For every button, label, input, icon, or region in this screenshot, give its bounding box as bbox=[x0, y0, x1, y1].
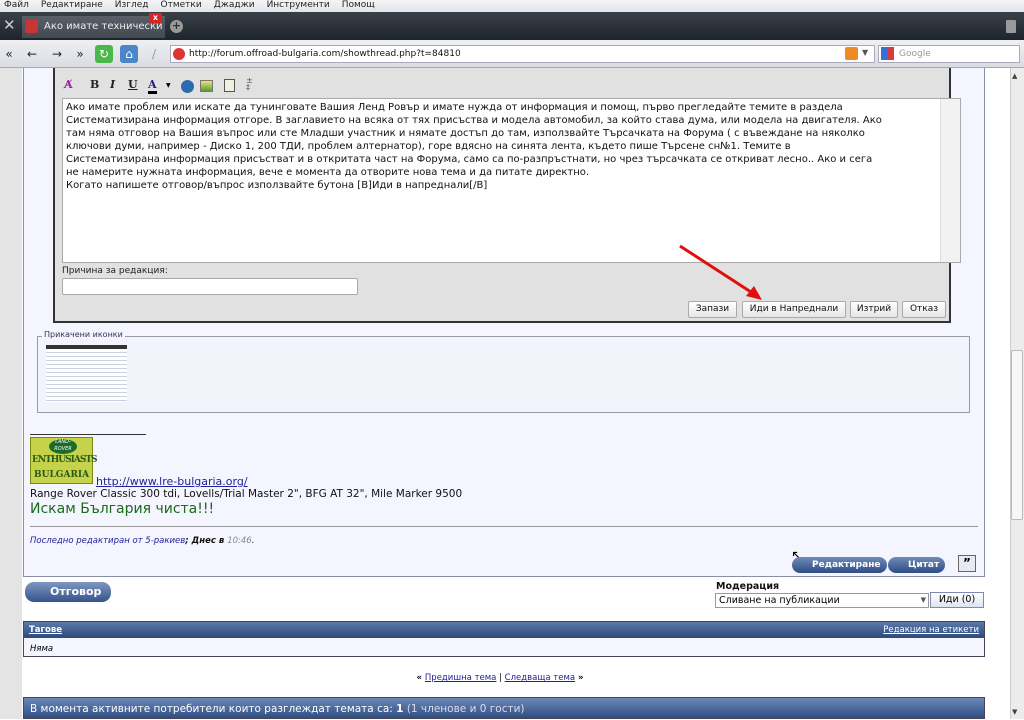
last-edited: Последно редактиран от 5-ракиев; Днес в … bbox=[30, 536, 254, 546]
right-quote: » bbox=[575, 673, 584, 683]
resize-icon[interactable]: ± ‡ bbox=[246, 77, 253, 92]
google-icon bbox=[881, 47, 894, 60]
menu-bar: Файл Редактиране Изглед Отметки Джаджи И… bbox=[0, 0, 1024, 12]
remove-format-icon[interactable]: A̸ bbox=[64, 78, 73, 91]
rss-icon[interactable] bbox=[845, 47, 858, 60]
previous-thread-link[interactable]: Предишна тема bbox=[425, 673, 496, 683]
italic-button[interactable]: I bbox=[110, 78, 115, 91]
signature-divider bbox=[30, 434, 146, 435]
delete-button[interactable]: Изтрий bbox=[850, 301, 898, 318]
reply-button[interactable]: Отговор bbox=[25, 582, 111, 602]
active-users-detail: (1 членове и 0 гости) bbox=[403, 703, 525, 715]
tags-value: Няма bbox=[30, 644, 54, 654]
cancel-button[interactable]: Отказ bbox=[902, 301, 946, 318]
tab-active[interactable]: Ако имате технически ... bbox=[22, 16, 165, 54]
message-textarea[interactable]: Ако имате проблем или искате да тунингов… bbox=[62, 98, 961, 263]
tags-title-link[interactable]: Тагове bbox=[29, 625, 62, 635]
address-bar[interactable]: http://forum.offroad-bulgaria.com/showth… bbox=[170, 45, 875, 63]
rewind-icon[interactable]: « bbox=[0, 45, 18, 63]
fast-forward-icon[interactable]: » bbox=[71, 45, 89, 63]
moderation-go-button[interactable]: Иди (0) bbox=[930, 592, 984, 608]
left-quote: « bbox=[416, 673, 425, 683]
edited-end: . bbox=[251, 536, 255, 546]
active-users-header: В момента активните потребители които ра… bbox=[23, 697, 985, 719]
page-gutter bbox=[0, 68, 22, 719]
post-divider bbox=[30, 526, 978, 527]
edit-post-button[interactable]: Редактиране bbox=[792, 557, 887, 573]
quote-post-button[interactable]: Цитат bbox=[888, 557, 946, 573]
site-favicon bbox=[25, 20, 38, 33]
site-icon bbox=[173, 48, 185, 60]
signature-car: Range Rover Classic 300 tdi, Lovells/Tri… bbox=[30, 488, 463, 500]
menu-widgets[interactable]: Джаджи bbox=[210, 0, 263, 12]
signature-link[interactable]: http://www.lre-bulgaria.org/ bbox=[96, 475, 248, 488]
signature-slogan: Искам България чиста!!! bbox=[30, 501, 215, 517]
tools-icon[interactable]: ✕ bbox=[3, 16, 16, 34]
menu-tools[interactable]: Инструменти bbox=[263, 0, 338, 12]
lre-bulgaria-logo: LAND- ROVER ENTHUSIASTS BULGARIA bbox=[30, 437, 98, 484]
edited-time: 10:46 bbox=[227, 536, 252, 546]
color-dropdown-icon[interactable]: ▼ bbox=[166, 82, 171, 89]
attached-thumbnails bbox=[37, 336, 970, 413]
edited-when: ; Днес в bbox=[185, 536, 228, 546]
search-input[interactable]: Google bbox=[878, 45, 1020, 63]
home-icon[interactable]: ⌂ bbox=[120, 45, 138, 63]
underline-button[interactable]: U bbox=[128, 78, 138, 91]
moderation-selected: Сливане на публикации bbox=[719, 595, 840, 606]
attachments-legend: Прикачени иконки bbox=[42, 330, 125, 339]
back-icon[interactable]: ← bbox=[23, 45, 41, 63]
reload-icon[interactable]: ↻ bbox=[95, 45, 113, 63]
next-thread-link[interactable]: Следваща тема bbox=[505, 673, 575, 683]
menu-view[interactable]: Изглед bbox=[111, 0, 157, 12]
edit-tags-link[interactable]: Редакция на етикети bbox=[883, 625, 979, 635]
tags-header bbox=[24, 622, 984, 638]
reason-label: Причина за редакция: bbox=[62, 266, 168, 276]
moderation-label: Модерация bbox=[716, 581, 780, 592]
red-arrow-annotation bbox=[679, 244, 762, 300]
menu-edit[interactable]: Редактиране bbox=[37, 0, 111, 12]
new-tab-icon[interactable]: + bbox=[170, 20, 183, 33]
nav-separator: | bbox=[496, 673, 505, 683]
url-text: http://forum.offroad-bulgaria.com/showth… bbox=[189, 49, 461, 59]
edited-by-link[interactable]: Последно редактиран от 5-ракиев bbox=[30, 536, 185, 546]
multiquote-icon[interactable]: ” bbox=[958, 555, 976, 572]
textarea-scrollbar[interactable] bbox=[940, 99, 960, 262]
link-icon[interactable] bbox=[181, 80, 194, 93]
trash-icon[interactable] bbox=[1006, 20, 1016, 33]
menu-bookmarks[interactable]: Отметки bbox=[157, 0, 210, 12]
active-users-text: В момента активните потребители които ра… bbox=[30, 703, 397, 715]
font-color-button[interactable]: A bbox=[148, 78, 157, 94]
scroll-up-icon[interactable]: ▲ bbox=[1012, 72, 1017, 80]
quote-icon[interactable] bbox=[224, 79, 235, 92]
reason-input[interactable] bbox=[62, 278, 358, 295]
menu-file[interactable]: Файл bbox=[0, 0, 37, 12]
chevron-down-icon: ▼ bbox=[920, 596, 926, 604]
edit-pen-icon[interactable]: / bbox=[145, 45, 163, 63]
scroll-down-icon[interactable]: ▼ bbox=[1012, 708, 1017, 716]
rss-dropdown-icon[interactable]: ▼ bbox=[862, 48, 868, 57]
search-placeholder: Google bbox=[899, 49, 931, 59]
forward-icon[interactable]: → bbox=[48, 45, 66, 63]
attachment-thumbnail[interactable] bbox=[46, 345, 127, 402]
bold-button[interactable]: B bbox=[90, 78, 99, 91]
thread-navigation: « Предишна тема | Следваща тема » bbox=[0, 673, 1000, 683]
moderation-select[interactable]: Сливане на публикации ▼ bbox=[715, 593, 929, 608]
menu-help[interactable]: Помощ bbox=[338, 0, 383, 12]
close-tab-icon[interactable]: x bbox=[149, 13, 162, 23]
image-icon[interactable] bbox=[200, 80, 213, 92]
scrollbar-thumb[interactable] bbox=[1011, 350, 1023, 520]
